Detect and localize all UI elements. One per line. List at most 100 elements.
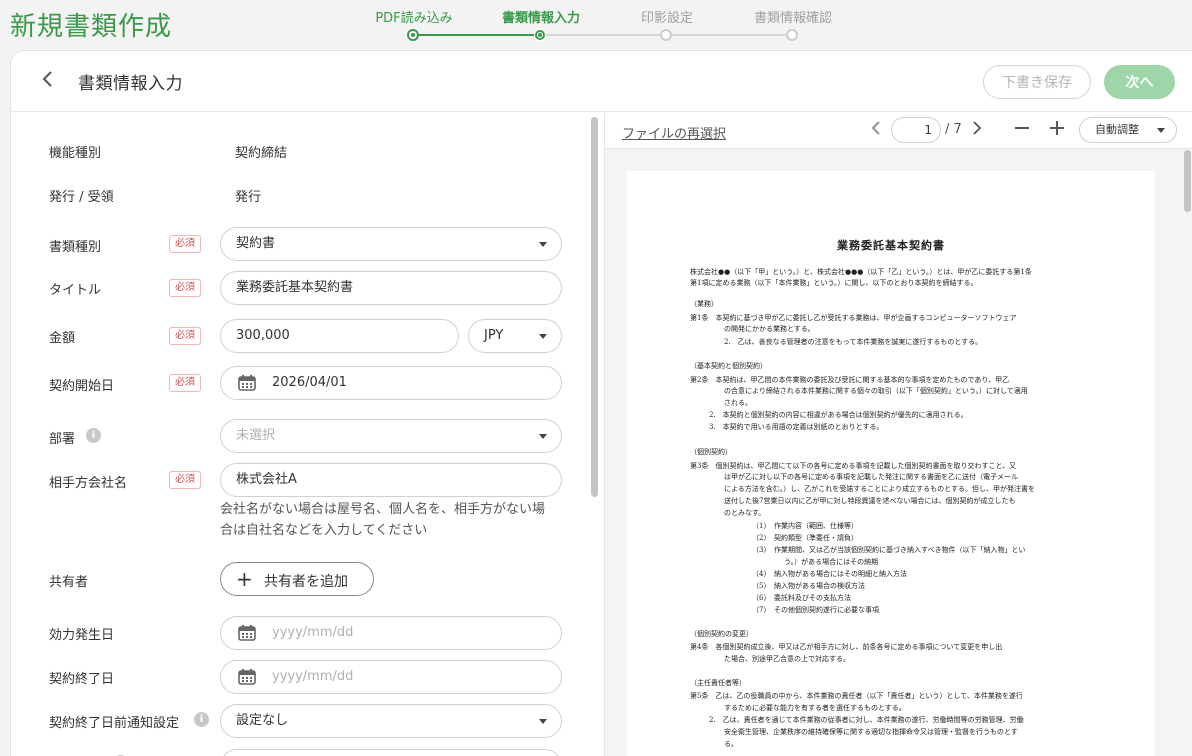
title-value: 業務委託基本契約書 xyxy=(236,280,354,295)
app-title: 新規書類作成 xyxy=(10,12,173,42)
pdf-text-line: （5） 納入物がある場合の検収方法 xyxy=(752,582,865,590)
pdf-text-line: 3. 本契約で用いる用語の定義は別紙のとおりとする。 xyxy=(709,423,884,431)
pdf-text-line: た場合、別途甲乙合意の上で対応する。 xyxy=(724,655,850,663)
save-draft-button[interactable]: 下書き保存 xyxy=(983,65,1091,99)
end-notice-select[interactable]: 設定なし xyxy=(220,704,562,738)
pdf-text-line: （主任責任者等） xyxy=(690,679,746,687)
pdf-text-line: の合意により締結される本件業務に関する個々の取引（以下「個別契約」という。）に対… xyxy=(724,387,1028,395)
chevron-left-icon xyxy=(42,71,52,87)
pdf-scrollbar[interactable] xyxy=(1184,150,1191,212)
calendar-icon xyxy=(238,625,256,641)
pdf-text-line: 第1条 本契約に基づき甲が乙に委託し乙が受託する業務は、甲が企画するコンピュータ… xyxy=(690,314,1017,322)
next-page-button[interactable] xyxy=(972,120,982,140)
pdf-text-line: う。）がある場合にはその納期 xyxy=(784,558,879,566)
progress-stepper: PDF読み込み 書類情報入力 印影設定 書類情報確認 xyxy=(350,0,870,46)
reselect-file-link[interactable]: ファイルの再選択 xyxy=(622,123,726,142)
end-notice-label: 契約終了日前通知設定 xyxy=(49,716,180,731)
end-notice-value: 設定なし xyxy=(236,713,289,728)
start-date-value: 2026/04/01 xyxy=(272,375,347,390)
chevron-left-icon xyxy=(871,121,880,135)
zoom-out-button[interactable] xyxy=(1013,114,1031,148)
amount-input[interactable]: 300,000 xyxy=(220,319,459,353)
pdf-text-line: （2） 契約類型（準委任・請負） xyxy=(752,534,858,542)
co-owner-label: 共有者 xyxy=(49,575,89,590)
issue-receive-label: 発行 / 受領 xyxy=(49,190,114,205)
pdf-text-line: （3） 作業期間、又は乙が当該個別契約に基づき納入すべき物件（以下「納入物」とい xyxy=(752,546,1026,554)
required-badge: 必須 xyxy=(169,471,201,489)
add-co-owner-label: 共有者を追加 xyxy=(264,574,348,590)
add-co-owner-button[interactable]: + 共有者を追加 xyxy=(220,562,374,596)
info-icon[interactable]: i xyxy=(194,712,209,727)
doc-type-label: 書類種別 xyxy=(49,240,102,255)
step-seal: 印影設定 xyxy=(640,11,693,26)
currency-select[interactable]: JPY xyxy=(468,319,562,353)
page-total: / 7 xyxy=(945,122,962,137)
doc-type-value: 契約書 xyxy=(236,236,276,251)
chevron-right-icon xyxy=(973,121,982,135)
back-button[interactable] xyxy=(41,69,61,93)
pdf-text-line: 第3条 個別契約は、甲乙間にて以下の各号に定める事項を記載した個別契約書面を取り… xyxy=(690,462,1017,470)
end-date-input[interactable]: yyyy/mm/dd xyxy=(220,660,562,694)
effective-date-label: 効力発生日 xyxy=(49,628,115,643)
effective-date-placeholder: yyyy/mm/dd xyxy=(272,625,354,640)
stepper-line-done xyxy=(413,34,540,36)
function-type-value: 契約締結 xyxy=(235,146,288,161)
pdf-text-line: （7） その他個別契約遂行に必要な事項 xyxy=(752,606,879,614)
card-header: 書類情報入力 下書き保存 次へ xyxy=(11,51,1192,112)
caret-down-icon xyxy=(539,719,547,724)
amount-label: 金額 xyxy=(49,331,76,346)
issue-receive-value: 発行 xyxy=(235,190,262,205)
calendar-icon xyxy=(238,375,256,391)
title-input[interactable]: 業務委託基本契約書 xyxy=(220,271,562,305)
pdf-doc-title: 業務委託基本契約書 xyxy=(837,239,945,252)
pdf-text-line: る。 xyxy=(724,740,738,748)
zoom-value: 自動調整 xyxy=(1095,123,1139,136)
minus-icon xyxy=(1015,127,1029,129)
caret-down-icon xyxy=(539,242,547,247)
caret-down-icon xyxy=(1157,128,1165,133)
counterparty-label: 相手方会社名 xyxy=(49,476,128,491)
next-button[interactable]: 次へ xyxy=(1104,65,1175,99)
pdf-text-line: のとみなす。 xyxy=(724,509,766,517)
pdf-text-line: は甲が乙に対し以下の各号に定める事項を記載した発注に関する書面を乙に送付（電子メ… xyxy=(724,473,1018,481)
pdf-page: 業務委託基本契約書 株式会社●●（以下「甲」という。）と、株式会社●●●（以下「… xyxy=(627,171,1155,756)
pdf-viewer: ファイルの再選択 1 / 7 自動調整 業務委託基本契約書 株式会社●●（以下「… xyxy=(605,113,1192,756)
prev-page-button[interactable] xyxy=(871,120,881,140)
pdf-text-line: するために必要な能力を有する者を選任するものとする。 xyxy=(724,704,906,712)
page-number-input[interactable]: 1 xyxy=(891,117,941,143)
function-type-label: 機能種別 xyxy=(49,146,102,161)
pdf-text-line: 2. 本契約と個別契約の内容に相違がある場合は個別契約が優先的に適用される。 xyxy=(709,411,968,419)
main-card: 書類情報入力 下書き保存 次へ 機能種別 契約締結 発行 / 受領 発行 書類種… xyxy=(10,50,1192,756)
step-dot-todo xyxy=(660,29,672,41)
zoom-in-button[interactable] xyxy=(1048,114,1066,148)
zoom-select[interactable]: 自動調整 xyxy=(1079,117,1177,143)
currency-value: JPY xyxy=(484,328,504,343)
pdf-text-line: 第4条 各個別契約成立後、甲又は乙が相手方に対し、前条各号に定める事項について変… xyxy=(690,643,1003,651)
counterparty-help-line: 合は自社名などを入力してください xyxy=(220,523,428,538)
step-dot-todo xyxy=(786,29,798,41)
pdf-text-line: （個別契約） xyxy=(690,448,732,456)
pdf-toolbar: ファイルの再選択 1 / 7 自動調整 xyxy=(605,113,1192,149)
pdf-text-line: 第2条 本契約は、甲乙間の本件業務の委託及び受託に関する基本的な事項を定めたもの… xyxy=(690,376,1010,384)
form-pane: 機能種別 契約締結 発行 / 受領 発行 書類種別 必須 契約書 タイトル 必須… xyxy=(11,113,589,756)
info-icon[interactable]: i xyxy=(86,428,101,443)
counterparty-help-line: 会社名がない場合は屋号名、個人名を、相手方がない場 xyxy=(220,502,546,517)
calendar-icon xyxy=(238,669,256,685)
end-date-label: 契約終了日 xyxy=(49,672,115,687)
pdf-text-line: 株式会社●●（以下「甲」という。）と、株式会社●●●（以下「乙」という。）とは、… xyxy=(690,268,1032,276)
pdf-text-line: 送付した後7営業日以内に乙が甲に対し特段異議を述べない場合には、個別契約が成立し… xyxy=(724,497,1016,505)
effective-date-input[interactable]: yyyy/mm/dd xyxy=(220,616,562,650)
counterparty-input[interactable]: 株式会社A xyxy=(220,463,562,497)
pdf-text-line: される。 xyxy=(724,399,752,407)
required-badge: 必須 xyxy=(169,327,201,345)
doc-type-select[interactable]: 契約書 xyxy=(220,227,562,261)
pdf-text-line: 安全衛生管理、企業秩序の維持確保等に関する適切な指揮命令又は管理・監督を行うもの… xyxy=(724,728,1018,736)
required-badge: 必須 xyxy=(169,235,201,253)
title-label: タイトル xyxy=(49,283,102,298)
end-date-placeholder: yyyy/mm/dd xyxy=(272,669,354,684)
pdf-text-line: （基本契約と個別契約） xyxy=(690,362,767,370)
form-scrollbar[interactable] xyxy=(591,117,598,497)
start-date-input[interactable]: 2026/04/01 xyxy=(220,366,562,400)
next-field-input[interactable] xyxy=(220,749,562,756)
department-select[interactable]: 未選択 xyxy=(220,419,562,453)
